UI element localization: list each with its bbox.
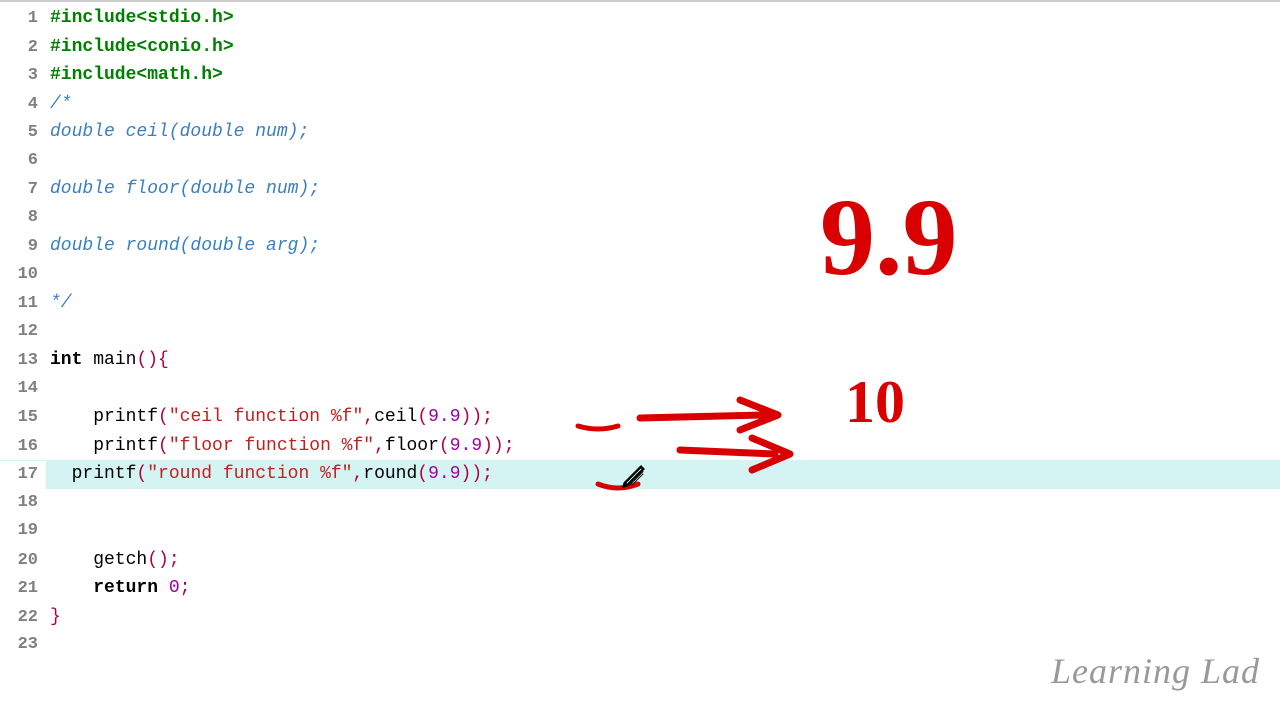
line-number: 11: [0, 290, 46, 319]
code-line[interactable]: 21 return 0;: [0, 574, 1280, 603]
code-line[interactable]: 5double ceil(double num);: [0, 118, 1280, 147]
code-line[interactable]: 16 printf("floor function %f",floor(9.9)…: [0, 432, 1280, 461]
code-line[interactable]: 8: [0, 204, 1280, 233]
code-content[interactable]: double floor(double num);: [46, 175, 1280, 204]
code-content[interactable]: #include<math.h>: [46, 61, 1280, 90]
code-line[interactable]: 13int main(){: [0, 346, 1280, 375]
line-number: 17: [0, 461, 46, 490]
line-number: 1: [0, 5, 46, 34]
code-content[interactable]: #include<conio.h>: [46, 33, 1280, 62]
line-number: 21: [0, 575, 46, 604]
watermark: Learning Lad: [1051, 650, 1260, 692]
code-content[interactable]: printf("floor function %f",floor(9.9));: [46, 432, 1280, 461]
code-content[interactable]: getch();: [46, 546, 1280, 575]
line-number: 6: [0, 147, 46, 176]
code-line[interactable]: 6: [0, 147, 1280, 176]
code-line[interactable]: 12: [0, 318, 1280, 347]
line-number: 5: [0, 119, 46, 148]
line-number: 10: [0, 261, 46, 290]
code-editor[interactable]: 1#include<stdio.h>2#include<conio.h>3#in…: [0, 2, 1280, 660]
code-content[interactable]: double ceil(double num);: [46, 118, 1280, 147]
line-number: 23: [0, 631, 46, 660]
line-number: 14: [0, 375, 46, 404]
code-line[interactable]: 3#include<math.h>: [0, 61, 1280, 90]
code-line[interactable]: 10: [0, 261, 1280, 290]
code-line[interactable]: 18: [0, 489, 1280, 518]
code-line[interactable]: 4/*: [0, 90, 1280, 119]
code-line[interactable]: 14: [0, 375, 1280, 404]
line-number: 2: [0, 34, 46, 63]
code-line[interactable]: 1#include<stdio.h>: [0, 4, 1280, 33]
code-content[interactable]: double round(double arg);: [46, 232, 1280, 261]
line-number: 15: [0, 404, 46, 433]
line-number: 8: [0, 204, 46, 233]
line-number: 4: [0, 91, 46, 120]
code-content[interactable]: /*: [46, 90, 1280, 119]
line-number: 20: [0, 547, 46, 576]
line-number: 7: [0, 176, 46, 205]
line-number: 12: [0, 318, 46, 347]
line-number: 13: [0, 347, 46, 376]
code-content[interactable]: printf("ceil function %f",ceil(9.9));: [46, 403, 1280, 432]
code-line[interactable]: 19: [0, 517, 1280, 546]
code-content[interactable]: return 0;: [46, 574, 1280, 603]
code-line[interactable]: 15 printf("ceil function %f",ceil(9.9));: [0, 403, 1280, 432]
line-number: 3: [0, 62, 46, 91]
code-content[interactable]: printf("round function %f",round(9.9));: [46, 460, 1280, 489]
code-content[interactable]: int main(){: [46, 346, 1280, 375]
code-line[interactable]: 2#include<conio.h>: [0, 33, 1280, 62]
code-content[interactable]: }: [46, 603, 1280, 632]
code-content[interactable]: #include<stdio.h>: [46, 4, 1280, 33]
line-number: 19: [0, 517, 46, 546]
code-line[interactable]: 11*/: [0, 289, 1280, 318]
code-content[interactable]: */: [46, 289, 1280, 318]
code-line[interactable]: 20 getch();: [0, 546, 1280, 575]
code-line[interactable]: 9double round(double arg);: [0, 232, 1280, 261]
code-line[interactable]: 22}: [0, 603, 1280, 632]
line-number: 18: [0, 489, 46, 518]
line-number: 16: [0, 433, 46, 462]
code-line[interactable]: 7double floor(double num);: [0, 175, 1280, 204]
code-line[interactable]: 17 printf("round function %f",round(9.9)…: [0, 460, 1280, 489]
line-number: 9: [0, 233, 46, 262]
line-number: 22: [0, 604, 46, 633]
